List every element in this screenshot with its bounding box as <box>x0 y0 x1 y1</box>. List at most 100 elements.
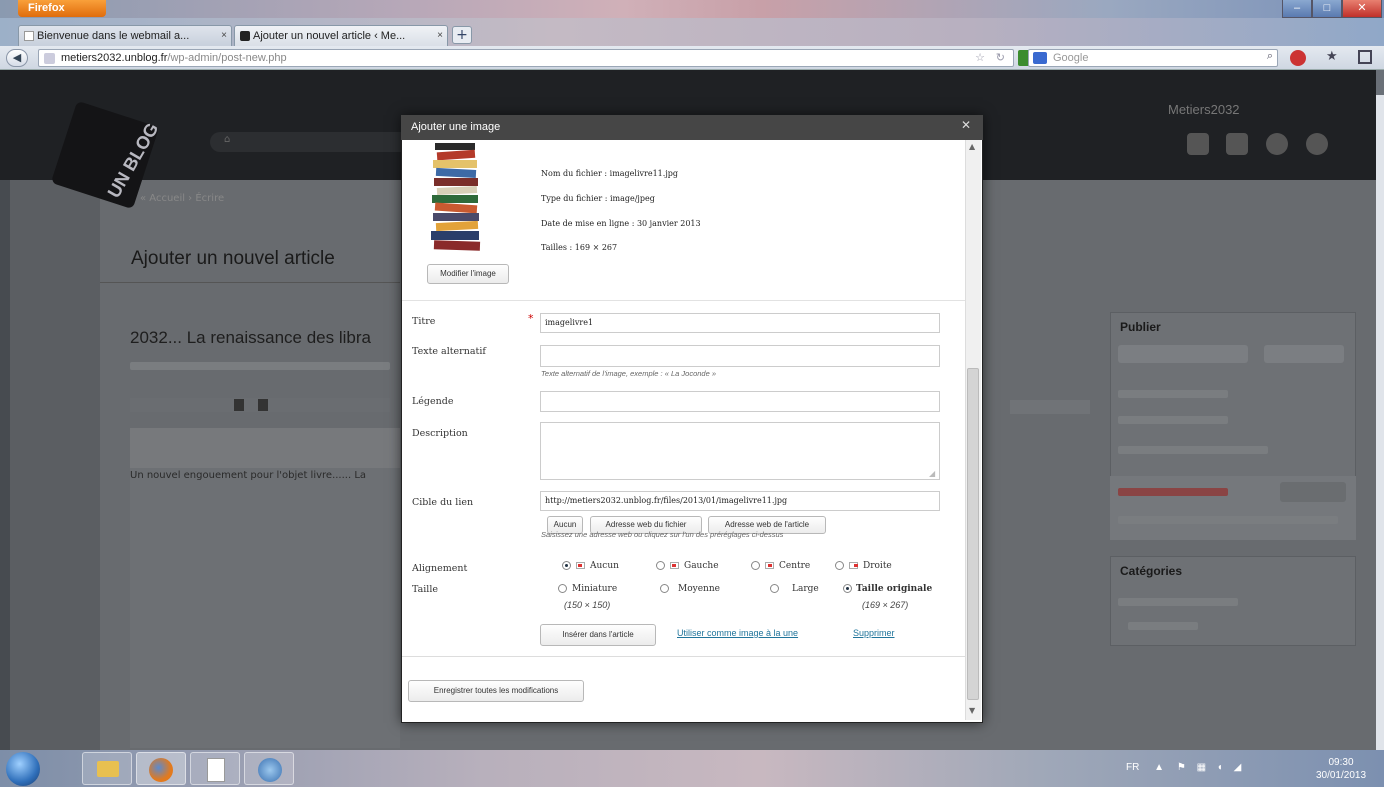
insert-video-icon[interactable] <box>258 399 268 411</box>
resize-handle-icon[interactable]: ◢ <box>929 469 935 478</box>
set-featured-image-link[interactable]: Utiliser comme image à la une <box>677 628 798 638</box>
tab-new-article[interactable]: Ajouter un nouvel article ‹ Me... × <box>234 25 448 47</box>
page-scrollbar[interactable] <box>1376 95 1384 750</box>
size-thumbnail-radio[interactable] <box>558 584 567 593</box>
article-title-input[interactable]: 2032... La renaissance des libra <box>130 328 400 348</box>
description-textarea[interactable] <box>540 422 940 480</box>
categories-tabs[interactable] <box>1118 598 1238 606</box>
save-all-changes-button[interactable]: Enregistrer toutes les modifications <box>408 680 584 702</box>
editor-body[interactable] <box>130 468 400 748</box>
bookmark-star-icon[interactable]: ☆ <box>975 51 985 64</box>
publish-box-title: Publier <box>1120 320 1161 334</box>
taskbar-clock[interactable]: 09:30 30/01/2013 <box>1306 756 1376 782</box>
description-label: Description <box>412 428 468 439</box>
addon-icon[interactable] <box>1290 50 1306 66</box>
close-tab-icon[interactable]: × <box>221 30 227 41</box>
system-tray[interactable]: FR ▲ ⚑ ▦ ◖ ◢ <box>1126 762 1241 773</box>
taskbar-explorer[interactable] <box>82 752 132 785</box>
caption-input[interactable] <box>540 391 940 412</box>
share-row <box>1118 516 1338 524</box>
size-medium-label: Moyenne <box>678 584 720 594</box>
insert-image-icon[interactable] <box>234 399 244 411</box>
publish-button[interactable] <box>1280 482 1346 502</box>
volume-icon[interactable]: ◖ <box>1217 762 1223 773</box>
close-window-button[interactable]: ✕ <box>1342 0 1382 18</box>
link-help: Saisissez une adresse web ou cliquez sur… <box>541 530 784 539</box>
search-engine-icon[interactable] <box>1033 52 1047 64</box>
schedule-row <box>1118 446 1268 454</box>
edit-image-button[interactable]: Modifier l'image <box>427 264 509 284</box>
minimize-button[interactable]: – <box>1282 0 1312 18</box>
search-bar[interactable]: Google ⌕ <box>1028 49 1278 67</box>
breadcrumb[interactable]: « Accueil › Écrire <box>140 193 224 204</box>
search-icon[interactable]: ⌕ <box>1267 50 1273 63</box>
scroll-down-icon[interactable]: ▼ <box>969 706 975 715</box>
maximize-button[interactable]: □ <box>1312 0 1342 18</box>
link-url-input[interactable]: http://metiers2032.unblog.fr/files/2013/… <box>540 491 940 511</box>
save-draft-button[interactable] <box>1118 345 1248 363</box>
wp-nav-tabs[interactable]: ⌂ <box>210 132 410 152</box>
tab-label: Ajouter un nouvel article ‹ Me... <box>253 30 406 42</box>
action-center-flag-icon[interactable]: ⚑ <box>1177 762 1186 773</box>
move-to-trash-link[interactable] <box>1118 488 1228 496</box>
visual-html-tabs[interactable] <box>1010 400 1090 414</box>
close-icon[interactable]: ✕ <box>959 118 973 132</box>
window-menu-icon[interactable] <box>1358 50 1372 64</box>
url-bar[interactable]: metiers2032.unblog.fr/wp-admin/post-new.… <box>38 49 1014 67</box>
meta-dimensions: Tailles : 169 × 267 <box>541 243 618 252</box>
insert-into-post-button[interactable]: Insérer dans l'article <box>540 624 656 646</box>
caption-label: Légende <box>412 396 454 407</box>
page-icon <box>24 31 34 41</box>
tab-label: Bienvenue dans le webmail a... <box>37 30 190 42</box>
size-medium-radio[interactable] <box>660 584 669 593</box>
home-icon[interactable]: ⌂ <box>224 134 230 145</box>
signal-icon[interactable]: ◢ <box>1234 762 1242 773</box>
editor-toolbar[interactable] <box>130 428 400 468</box>
title-input[interactable]: imagelivre1 <box>540 313 940 333</box>
site-name[interactable]: Metiers2032 <box>1168 102 1240 117</box>
align-left-radio[interactable] <box>656 561 665 570</box>
align-right-icon <box>849 562 858 569</box>
back-button[interactable]: ◀ <box>6 49 28 67</box>
language-indicator[interactable]: FR <box>1126 762 1139 773</box>
dialog-title: Ajouter une image <box>401 115 983 140</box>
align-left-icon <box>670 562 679 569</box>
start-button[interactable] <box>6 752 40 786</box>
taskbar-document[interactable] <box>190 752 240 785</box>
size-thumbnail-dims: (150 × 150) <box>564 600 611 610</box>
size-label: Taille <box>412 584 438 595</box>
delete-link[interactable]: Supprimer <box>853 628 895 638</box>
size-original-radio[interactable] <box>843 584 852 593</box>
align-center-label: Centre <box>779 561 811 571</box>
size-large-radio[interactable] <box>770 584 779 593</box>
close-tab-icon[interactable]: × <box>437 30 443 41</box>
site-identity-icon <box>44 53 55 64</box>
category-item[interactable] <box>1128 622 1198 630</box>
gear-icon[interactable] <box>1266 133 1288 155</box>
align-right-radio[interactable] <box>835 561 844 570</box>
reload-icon[interactable]: ↻ <box>996 51 1005 64</box>
alt-text-input[interactable] <box>540 345 940 367</box>
bookmarks-star-icon[interactable]: ★ <box>1326 49 1338 64</box>
document-icon <box>207 758 225 782</box>
new-tab-button[interactable]: + <box>452 26 472 44</box>
help-icon[interactable] <box>1306 133 1328 155</box>
meta-filetype: Type du fichier : image/jpeg <box>541 194 655 203</box>
mail-icon[interactable] <box>1226 133 1248 155</box>
preview-button[interactable] <box>1264 345 1344 363</box>
firefox-menu-button[interactable]: Firefox <box>18 0 106 17</box>
scroll-up-icon[interactable]: ▲ <box>969 142 975 151</box>
tab-webmail[interactable]: Bienvenue dans le webmail a... × <box>18 25 232 47</box>
align-none-radio[interactable] <box>562 561 571 570</box>
network-icon[interactable]: ▦ <box>1197 762 1206 773</box>
taskbar-firefox[interactable] <box>136 752 186 785</box>
show-hidden-icons-icon[interactable]: ▲ <box>1154 762 1164 773</box>
comments-icon[interactable] <box>1187 133 1209 155</box>
url-domain: metiers2032.unblog.fr <box>61 52 168 64</box>
dialog-scrollbar-thumb[interactable] <box>967 368 979 700</box>
firefox-icon <box>149 758 173 782</box>
url-path: /wp-admin/post-new.php <box>167 52 287 64</box>
clock-time: 09:30 <box>1328 757 1354 768</box>
align-center-radio[interactable] <box>751 561 760 570</box>
taskbar-app[interactable] <box>244 752 294 785</box>
